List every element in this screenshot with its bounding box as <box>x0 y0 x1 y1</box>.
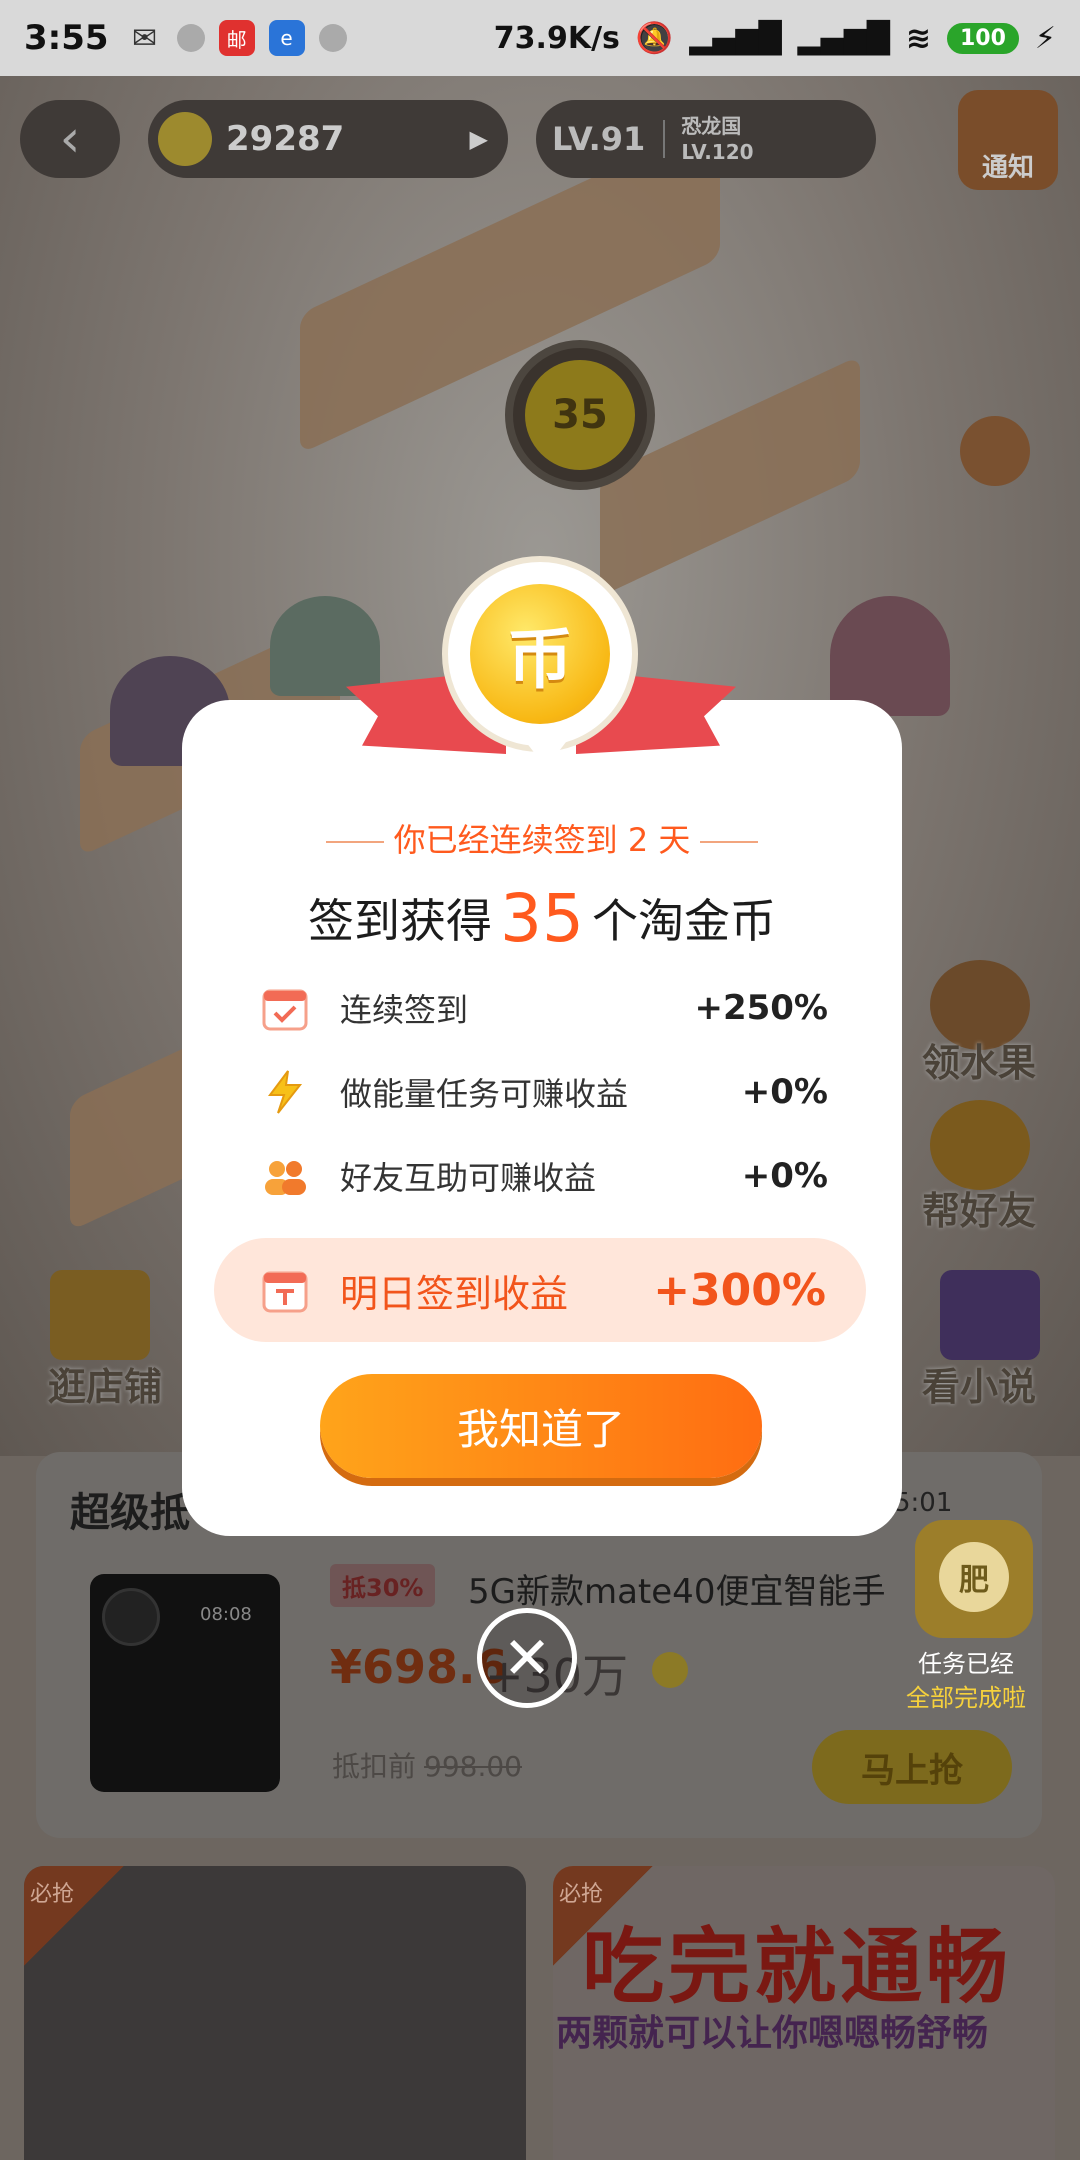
pin-coin: 35 <box>525 360 635 470</box>
coin-count: 29287 <box>226 119 345 159</box>
friends-icon <box>262 1153 308 1199</box>
notify-label: 通知 <box>981 153 1034 183</box>
fertilizer-char: 肥 <box>939 1542 1009 1612</box>
fertilizer-widget[interactable]: 肥 <box>895 1508 1055 1638</box>
product-section-title: 超级抵 <box>70 1490 190 1536</box>
bonus-value: +0% <box>741 1156 828 1196</box>
bonus-label: 连续签到 <box>340 991 469 1029</box>
circle-icon <box>318 24 347 52</box>
tomorrow-value: +300% <box>653 1264 826 1316</box>
calendar-check-icon <box>262 985 308 1031</box>
bonus-value: +0% <box>741 1072 828 1112</box>
must-grab-tag: 必抢 <box>24 1866 124 1966</box>
browser-icon: e <box>268 20 305 56</box>
fertilizer-text-2: 全部完成啦 <box>906 1684 1026 1712</box>
side-shop-label[interactable]: 逛店铺 <box>48 1356 162 1411</box>
coin-icon <box>158 112 212 166</box>
streak-label: 你已经连续签到 2 天 <box>393 821 691 859</box>
shop-icon[interactable] <box>50 1270 150 1360</box>
wechat-icon: ✉ <box>132 20 158 56</box>
fruit-tree-icon <box>960 416 1030 486</box>
divider <box>700 841 759 843</box>
lightning-icon <box>262 1069 308 1115</box>
buy-now-button[interactable]: 马上抢 <box>812 1730 1012 1804</box>
next-area-name: 恐龙国 <box>681 114 742 138</box>
camera-icon <box>102 1588 160 1646</box>
ad-tile-motherboard[interactable]: 必抢 <box>24 1866 526 2160</box>
map-pin[interactable]: 35 <box>505 340 655 490</box>
post-icon: 邮 <box>218 20 255 56</box>
level-value: LV.91 <box>552 120 666 158</box>
reward-amount: 35 <box>500 880 584 957</box>
game-top-bar: ‹ 29287 ▶ LV.91 恐龙国 LV.120 <box>20 100 1060 178</box>
old-price: 抵扣前 998.00 <box>332 1745 522 1785</box>
side-novel-label[interactable]: 看小说 <box>922 1356 1036 1411</box>
streak-text: 你已经连续签到 2 天 <box>182 815 902 861</box>
mute-icon: 🔕 <box>635 20 674 56</box>
play-arrow-icon: ▶ <box>469 125 488 153</box>
ad-headline: 吃完就通畅 <box>582 1920 1013 2015</box>
notification-icons: ✉ 邮 e <box>127 20 347 56</box>
circle-icon <box>176 24 205 52</box>
bonus-row-friends: 好友互助可赚收益 +0% <box>262 1146 828 1206</box>
old-price-label: 抵扣前 <box>332 1750 417 1783</box>
bonus-label: 好友互助可赚收益 <box>340 1159 597 1197</box>
book-icon[interactable] <box>940 1270 1040 1360</box>
notify-button[interactable]: 通知 <box>958 90 1058 190</box>
got-it-button[interactable]: 我知道了 <box>320 1374 762 1478</box>
signal-icon: ▂▄▆█ <box>689 20 782 56</box>
close-icon: ✕ <box>502 1624 552 1692</box>
old-price-value: 998.00 <box>424 1750 522 1783</box>
bonus-label: 做能量任务可赚收益 <box>340 1075 629 1113</box>
reward-headline: 签到获得 35 个淘金币 <box>182 880 902 957</box>
tomorrow-label: 明日签到收益 <box>340 1271 569 1316</box>
bonus-row-energy: 做能量任务可赚收益 +0% <box>262 1062 828 1122</box>
divider <box>325 841 384 843</box>
level-indicator[interactable]: LV.91 恐龙国 LV.120 <box>536 100 876 178</box>
chevron-left-icon: ‹ <box>59 109 81 169</box>
headline-suffix: 个淘金币 <box>591 894 776 948</box>
signal-hd-icon: ▂▄▆█ <box>797 20 890 56</box>
coin-balance[interactable]: 29287 ▶ <box>148 100 508 178</box>
status-time: 3:55 <box>24 18 109 58</box>
side-fruit-label[interactable]: 领水果 <box>922 1032 1036 1087</box>
back-button[interactable]: ‹ <box>20 100 120 178</box>
side-help-friend-label[interactable]: 帮好友 <box>922 1180 1036 1235</box>
headline-prefix: 签到获得 <box>308 894 492 948</box>
charging-icon: ⚡ <box>1034 20 1056 56</box>
bonus-value: +250% <box>694 988 828 1028</box>
discount-tag: 抵30% <box>330 1564 436 1607</box>
coin-icon <box>652 1652 688 1688</box>
battery-icon: 100 <box>946 22 1019 54</box>
fertilizer-text-1: 任务已经 <box>918 1650 1014 1678</box>
network-speed: 73.9K/s <box>493 20 620 56</box>
house-icon <box>830 596 950 716</box>
phone-screen-time: 08:08 <box>200 1604 252 1625</box>
close-button[interactable]: ✕ <box>477 1608 577 1708</box>
bonus-row-streak: 连续签到 +250% <box>262 978 828 1038</box>
product-name[interactable]: 5G新款mate40便宜智能手 <box>468 1564 885 1613</box>
tomorrow-bonus: 明日签到收益 +300% <box>214 1238 866 1342</box>
status-bar: 3:55 ✉ 邮 e 73.9K/s 🔕 ▂▄▆█ ▂▄▆█ ≋ 100 ⚡ <box>0 0 1080 76</box>
next-area-level: LV.120 <box>681 140 754 164</box>
help-friend-icon[interactable] <box>930 1100 1030 1190</box>
gold-coin-icon: 币 <box>470 584 610 724</box>
ad-subline: 两颗就可以让你嗯嗯畅舒畅 <box>556 2013 989 2054</box>
coin-badge: 币 <box>442 556 638 768</box>
wifi-icon: ≋ <box>905 20 931 56</box>
calendar-icon <box>262 1267 308 1313</box>
product-image[interactable]: 08:08 <box>90 1574 280 1792</box>
